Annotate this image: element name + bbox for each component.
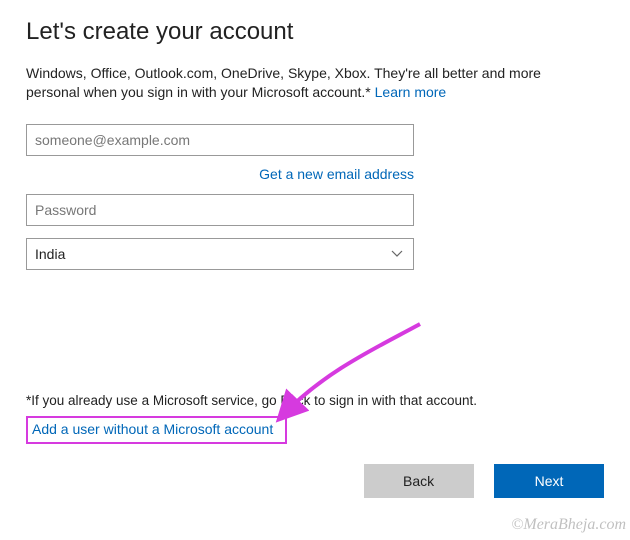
existing-account-note: *If you already use a Microsoft service,… bbox=[26, 393, 606, 408]
get-new-email-link[interactable]: Get a new email address bbox=[259, 166, 414, 182]
signup-form: Get a new email address India bbox=[26, 124, 414, 270]
watermark: ©MeraBheja.com bbox=[511, 516, 626, 534]
country-select-value: India bbox=[35, 246, 65, 262]
next-button[interactable]: Next bbox=[494, 464, 604, 498]
intro-text: Windows, Office, Outlook.com, OneDrive, … bbox=[26, 65, 541, 100]
page-title: Let's create your account bbox=[26, 18, 604, 46]
email-field[interactable] bbox=[26, 124, 414, 156]
back-button[interactable]: Back bbox=[364, 464, 474, 498]
password-field[interactable] bbox=[26, 194, 414, 226]
learn-more-link[interactable]: Learn more bbox=[375, 84, 447, 100]
alt-link-highlight: Add a user without a Microsoft account bbox=[26, 416, 287, 444]
intro-paragraph: Windows, Office, Outlook.com, OneDrive, … bbox=[26, 64, 586, 102]
add-user-without-account-link[interactable]: Add a user without a Microsoft account bbox=[32, 421, 273, 437]
chevron-down-icon bbox=[391, 250, 403, 258]
country-select[interactable]: India bbox=[26, 238, 414, 270]
